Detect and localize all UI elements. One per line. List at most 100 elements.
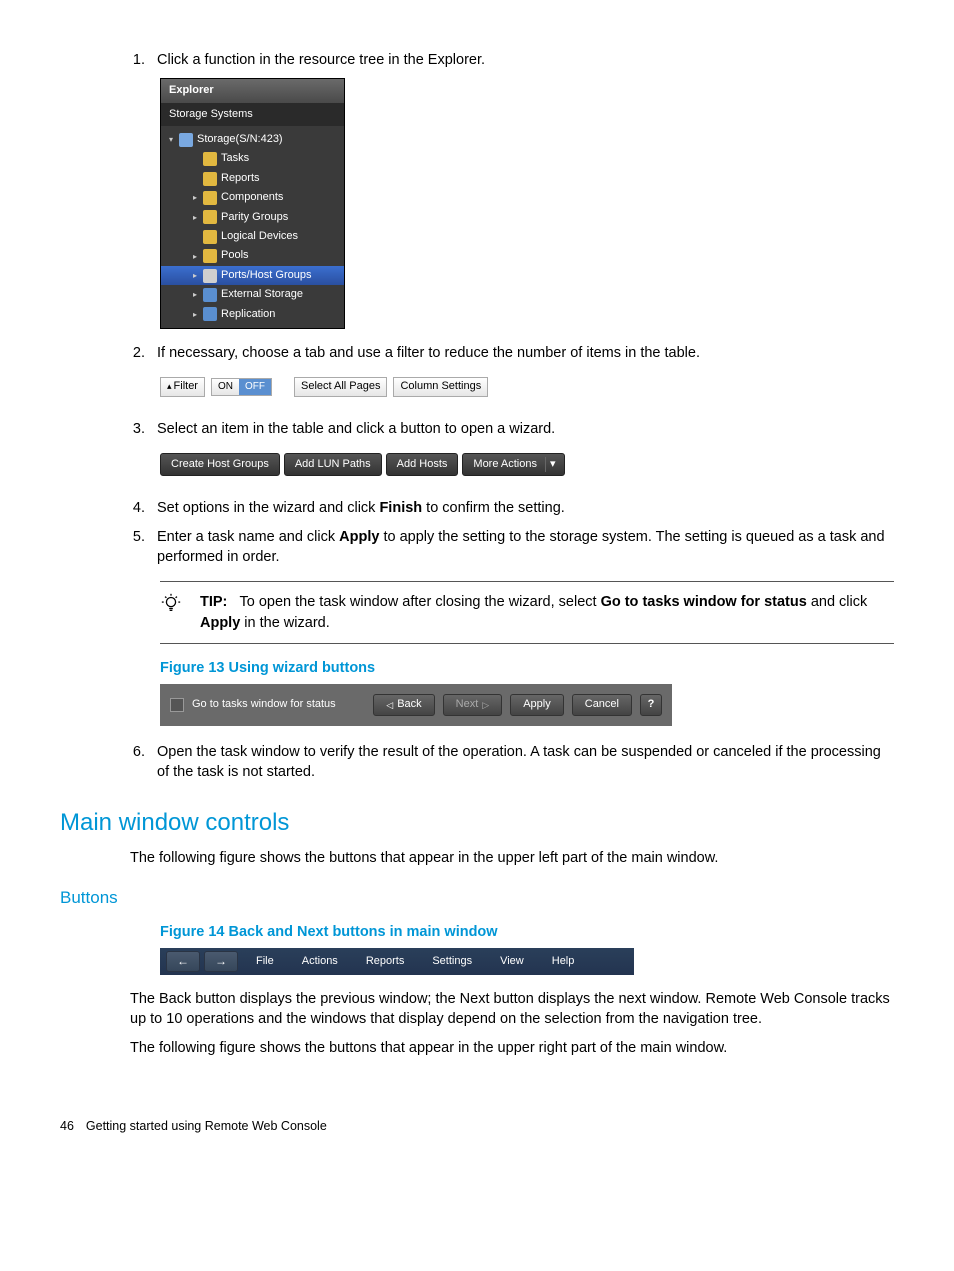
step-3-num: 3. — [115, 419, 145, 439]
filter-toggle[interactable]: ON OFF — [211, 378, 272, 396]
menu-actions[interactable]: Actions — [288, 952, 352, 971]
tree-label: Replication — [221, 307, 275, 322]
tip-text: TIP: To open the task window after closi… — [200, 592, 894, 633]
tip-block: TIP: To open the task window after closi… — [160, 581, 894, 644]
menu-view[interactable]: View — [486, 952, 538, 971]
tip-pre: To open the task window after closing th… — [239, 594, 600, 610]
footer-text: Getting started using Remote Web Console — [86, 1118, 327, 1136]
main-window-menu-bar: ← → File Actions Reports Settings View H… — [160, 948, 634, 975]
ports-host-groups-icon — [203, 269, 217, 283]
wizard-next-button[interactable]: Next▷ — [443, 694, 503, 715]
caret-right-icon: ▸ — [191, 270, 199, 281]
explorer-tree: ▾ Storage(S/N:423) Tasks Reports ▸ Compo… — [161, 126, 344, 328]
step-1-text: Click a function in the resource tree in… — [157, 50, 894, 70]
caret-right-icon: ▸ — [191, 289, 199, 300]
tip-post: in the wizard. — [240, 615, 329, 631]
section-heading-buttons: Buttons — [60, 886, 894, 910]
tree-label: Pools — [221, 248, 249, 263]
tree-item-reports[interactable]: Reports — [161, 169, 344, 188]
tree-item-components[interactable]: ▸ Components — [161, 188, 344, 207]
tree-item-tasks[interactable]: Tasks — [161, 149, 344, 168]
select-all-pages-button[interactable]: Select All Pages — [294, 377, 388, 396]
explorer-panel: Explorer Storage Systems ▾ Storage(S/N:4… — [160, 78, 345, 329]
tree-label: Reports — [221, 171, 260, 186]
tree-label: Logical Devices — [221, 229, 298, 244]
filter-label: Filter — [174, 380, 198, 392]
step-5-bold: Apply — [339, 529, 379, 545]
buttons-paragraph-2: The following figure shows the buttons t… — [130, 1038, 894, 1058]
more-actions-button[interactable]: More Actions ▾ — [462, 453, 564, 476]
step-5-num: 5. — [115, 527, 145, 568]
external-storage-icon — [203, 288, 217, 302]
step-2: 2. If necessary, choose a tab and use a … — [115, 343, 894, 363]
more-actions-label: More Actions — [473, 457, 537, 472]
caret-down-icon: ▾ — [167, 134, 175, 145]
filter-button[interactable]: ▴Filter — [160, 377, 205, 396]
tree-item-replication[interactable]: ▸ Replication — [161, 305, 344, 324]
replication-icon — [203, 307, 217, 321]
tree-item-ports-host-groups[interactable]: ▸ Ports/Host Groups — [161, 266, 344, 285]
menu-settings[interactable]: Settings — [418, 952, 486, 971]
figure-13-caption: Figure 13 Using wizard buttons — [160, 658, 894, 678]
triangle-right-icon: ▷ — [482, 699, 489, 712]
page-number: 46 — [60, 1118, 74, 1136]
step-5-pre: Enter a task name and click — [157, 529, 339, 545]
wizard-cancel-button[interactable]: Cancel — [572, 694, 632, 715]
step-5-text: Enter a task name and click Apply to app… — [157, 527, 894, 568]
reports-icon — [203, 172, 217, 186]
tree-item-external-storage[interactable]: ▸ External Storage — [161, 285, 344, 304]
section-heading-main-window-controls: Main window controls — [60, 806, 894, 840]
triangle-left-icon: ◁ — [386, 699, 393, 712]
go-to-tasks-checkbox[interactable] — [170, 698, 184, 712]
page-footer: 46 Getting started using Remote Web Cons… — [60, 1118, 894, 1136]
controls-intro: The following figure shows the buttons t… — [130, 848, 894, 868]
wizard-back-label: Back — [397, 697, 421, 712]
step-4: 4. Set options in the wizard and click F… — [115, 498, 894, 518]
action-bar: Create Host Groups Add LUN Paths Add Hos… — [160, 453, 565, 476]
step-4-bold: Finish — [379, 500, 422, 516]
wizard-button-bar: Go to tasks window for status ◁Back Next… — [160, 684, 672, 725]
tree-item-logical-devices[interactable]: Logical Devices — [161, 227, 344, 246]
step-4-pre: Set options in the wizard and click — [157, 500, 379, 516]
wizard-next-label: Next — [456, 697, 479, 712]
menu-help[interactable]: Help — [538, 952, 589, 971]
step-2-num: 2. — [115, 343, 145, 363]
tip-bold-1: Go to tasks window for status — [601, 594, 807, 610]
logical-devices-icon — [203, 230, 217, 244]
step-1-num: 1. — [115, 50, 145, 70]
figure-14-caption: Figure 14 Back and Next buttons in main … — [160, 922, 894, 942]
buttons-paragraph-1: The Back button displays the previous wi… — [130, 989, 894, 1030]
step-6: 6. Open the task window to verify the re… — [115, 742, 894, 783]
menu-file[interactable]: File — [242, 952, 288, 971]
create-host-groups-button[interactable]: Create Host Groups — [160, 453, 280, 476]
nav-back-button[interactable]: ← — [166, 951, 200, 972]
tip-bold-2: Apply — [200, 615, 240, 631]
caret-right-icon: ▸ — [191, 309, 199, 320]
step-3: 3. Select an item in the table and click… — [115, 419, 894, 439]
tree-label: Ports/Host Groups — [221, 268, 311, 283]
wizard-apply-button[interactable]: Apply — [510, 694, 564, 715]
column-settings-button[interactable]: Column Settings — [393, 377, 488, 396]
nav-next-button[interactable]: → — [204, 951, 238, 972]
step-4-text: Set options in the wizard and click Fini… — [157, 498, 894, 518]
step-4-num: 4. — [115, 498, 145, 518]
tasks-icon — [203, 152, 217, 166]
wizard-help-button[interactable]: ? — [640, 694, 662, 715]
toggle-off[interactable]: OFF — [239, 379, 271, 395]
tree-label: External Storage — [221, 287, 303, 302]
tree-item-parity-groups[interactable]: ▸ Parity Groups — [161, 208, 344, 227]
tree-root[interactable]: ▾ Storage(S/N:423) — [161, 130, 344, 149]
wizard-back-button[interactable]: ◁ Back — [373, 694, 434, 715]
step-4-post: to confirm the setting. — [422, 500, 565, 516]
step-3-text: Select an item in the table and click a … — [157, 419, 894, 439]
add-hosts-button[interactable]: Add Hosts — [386, 453, 459, 476]
add-lun-paths-button[interactable]: Add LUN Paths — [284, 453, 382, 476]
dropdown-arrow-icon: ▾ — [545, 457, 560, 472]
pools-icon — [203, 249, 217, 263]
tree-label: Tasks — [221, 151, 249, 166]
tree-item-pools[interactable]: ▸ Pools — [161, 246, 344, 265]
parity-groups-icon — [203, 210, 217, 224]
step-6-text: Open the task window to verify the resul… — [157, 742, 894, 783]
toggle-on[interactable]: ON — [212, 379, 239, 395]
menu-reports[interactable]: Reports — [352, 952, 419, 971]
